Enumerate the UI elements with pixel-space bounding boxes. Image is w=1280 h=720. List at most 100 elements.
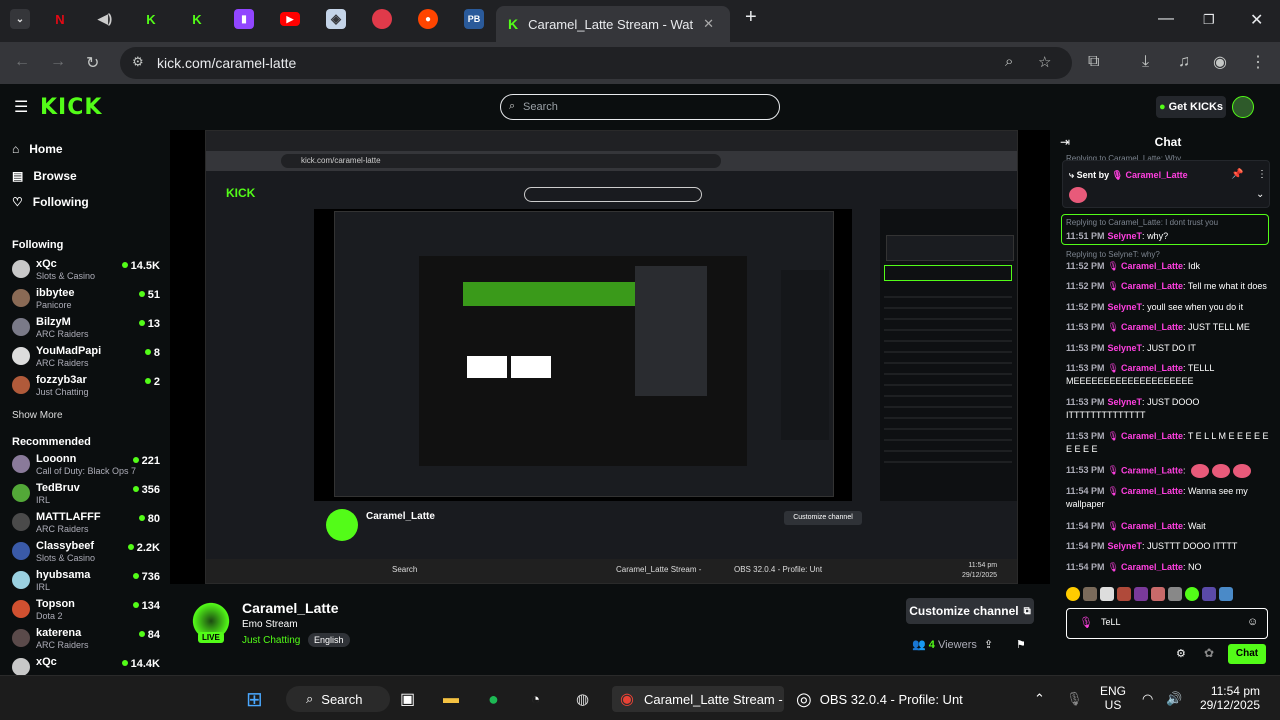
profile-icon[interactable]: ◉ — [1213, 52, 1227, 72]
language-indicator[interactable]: ENG US — [1100, 684, 1126, 712]
message-username[interactable]: Caramel_Latte — [1121, 281, 1183, 291]
show-more-link[interactable]: Show More — [12, 410, 63, 421]
spotify-icon[interactable]: ● — [488, 686, 499, 712]
sidebar-channel[interactable]: Looonn Call of Duty: Black Ops 7 221 — [12, 451, 160, 479]
settings-gear-icon[interactable]: ⚙ — [1176, 647, 1186, 660]
send-chat-button[interactable]: Chat — [1228, 644, 1266, 664]
menu-dots-icon[interactable]: ⋮ — [1250, 52, 1266, 72]
sidebar-channel[interactable]: TedBruv IRL 356 — [12, 480, 160, 508]
sidebar-channel[interactable]: Topson Dota 2 134 — [12, 596, 160, 624]
emote-icon[interactable] — [1168, 587, 1182, 601]
customize-channel-button[interactable]: Customize channel ⧉ — [906, 598, 1034, 624]
sidebar-channel[interactable]: fozzyb3ar Just Chatting 2 — [12, 372, 160, 400]
menu-dots-icon[interactable]: ⋮ — [1257, 169, 1267, 180]
hamburger-menu-icon[interactable]: ☰ — [14, 97, 28, 117]
sidebar-channel[interactable]: BilzyM ARC Raiders 13 — [12, 314, 160, 342]
sidebar-channel[interactable]: ibbytee Panicore 51 — [12, 285, 160, 313]
chevron-up-icon[interactable]: ⌃ — [1034, 686, 1045, 712]
streamer-name[interactable]: Caramel_Latte — [242, 600, 339, 616]
emote-icon[interactable] — [1066, 587, 1080, 601]
address-bar[interactable]: ⚙ kick.com/caramel-latte ⌕ ☆ — [120, 47, 1072, 79]
emote-icon[interactable] — [1185, 587, 1199, 601]
file-explorer-icon[interactable]: ▬ — [443, 686, 459, 712]
reload-icon[interactable]: ↻ — [86, 53, 99, 73]
emote-icon[interactable] — [1151, 587, 1165, 601]
share-icon[interactable]: ⇪ — [984, 638, 993, 651]
emote-icon[interactable] — [1202, 587, 1216, 601]
audio-icon[interactable]: ◀) — [95, 9, 115, 29]
report-icon[interactable]: ⚑ — [1016, 638, 1026, 651]
extensions-icon[interactable]: ⧉ — [1088, 53, 1099, 71]
zoom-icon[interactable]: ⌕ — [1005, 53, 1013, 70]
task-view-icon[interactable]: ▣ — [400, 686, 415, 712]
message-username[interactable]: Caramel_Latte — [1121, 322, 1183, 332]
downloads-icon[interactable]: ⤓ — [1142, 53, 1149, 71]
emote-icon[interactable] — [1219, 587, 1233, 601]
windows-start-icon[interactable]: ⊞ — [246, 686, 263, 712]
volume-icon[interactable]: 🔊 — [1166, 686, 1182, 712]
sidebar-channel[interactable]: xQc 14.4K — [12, 654, 160, 675]
sidebar-item-following[interactable]: ♡ Following — [12, 195, 89, 209]
message-username[interactable]: Caramel_Latte — [1121, 363, 1183, 373]
close-window-icon[interactable]: ✕ — [1250, 10, 1263, 30]
forward-icon[interactable]: → — [50, 53, 66, 71]
site-info-icon[interactable]: ⚙ — [132, 54, 144, 70]
quick-emote-icon[interactable]: ✿ — [1204, 646, 1214, 660]
sidebar-channel[interactable]: hyubsama IRL 736 — [12, 567, 160, 595]
tab-search-icon[interactable]: ⌄ — [10, 9, 30, 29]
message-username[interactable]: Caramel_Latte — [1121, 465, 1183, 475]
message-username[interactable]: SelyneT — [1108, 397, 1143, 407]
sidebar-channel[interactable]: YouMadPapi ARC Raiders 8 — [12, 343, 160, 371]
wifi-icon[interactable]: ◠ — [1142, 686, 1153, 712]
kick-icon[interactable]: K — [187, 9, 207, 29]
netflix-icon[interactable]: N — [50, 9, 70, 29]
emote-icon[interactable] — [1083, 587, 1097, 601]
emote-icon[interactable] — [1117, 587, 1131, 601]
close-icon[interactable]: ✕ — [703, 16, 714, 32]
restore-icon[interactable]: ❐ — [1203, 12, 1215, 28]
sidebar-item-browse[interactable]: ▤ Browse — [12, 169, 77, 183]
steam-icon[interactable]: ◍ — [576, 686, 589, 712]
message-username[interactable]: Caramel_Latte — [1121, 431, 1183, 441]
chevron-down-icon[interactable]: ⌄ — [1256, 189, 1264, 200]
kick-icon[interactable]: K — [141, 9, 161, 29]
taskbar-obs[interactable]: ◎ OBS 32.0.4 - Profile: Unt — [796, 686, 963, 712]
palette-icon[interactable] — [372, 9, 392, 29]
bookmark-star-icon[interactable]: ☆ — [1038, 53, 1051, 71]
media-icon[interactable]: ♫ — [1178, 53, 1190, 71]
message-username[interactable]: SelyneT — [1108, 302, 1143, 312]
message-username[interactable]: Caramel_Latte — [1121, 486, 1183, 496]
video-player[interactable]: kick.com/caramel-latte KICK Caramel_Latt… — [170, 130, 1050, 584]
language-tag[interactable]: English — [308, 633, 350, 647]
shield-icon[interactable]: ◈ — [326, 9, 346, 29]
stream-category[interactable]: Just Chatting — [242, 635, 300, 646]
minimize-icon[interactable]: — — [1158, 10, 1174, 28]
message-username[interactable]: SelyneT — [1108, 231, 1143, 241]
back-icon[interactable]: ← — [14, 53, 30, 71]
pinned-message[interactable]: ⤷ Sent by 🎙 Caramel_Latte 📌 ⋮ ⌄ — [1062, 160, 1270, 208]
taskbar-chrome[interactable]: ◉ Caramel_Latte Stream - — [612, 686, 784, 712]
message-username[interactable]: Caramel_Latte — [1121, 562, 1183, 572]
twitch-icon[interactable]: ▮ — [234, 9, 254, 29]
discord-icon[interactable]: ◔ — [531, 686, 540, 712]
youtube-icon[interactable]: ▶ — [280, 12, 300, 26]
avatar[interactable] — [1232, 96, 1254, 118]
taskbar-search[interactable]: ⌕ Search — [286, 686, 390, 712]
sidebar-item-home[interactable]: ⌂ Home — [12, 142, 63, 156]
microphone-icon[interactable]: 🎙 — [1066, 686, 1083, 712]
chat-input[interactable]: 🎙 TeLL ☺ — [1066, 608, 1268, 639]
pb-icon[interactable]: PB — [464, 9, 484, 29]
kick-logo[interactable]: KICK — [40, 95, 102, 120]
sidebar-channel[interactable]: MATTLAFFF ARC Raiders 80 — [12, 509, 160, 537]
message-username[interactable]: SelyneT — [1108, 541, 1143, 551]
sidebar-channel[interactable]: Classybeef Slots & Casino 2.2K — [12, 538, 160, 566]
emote-icon[interactable] — [1100, 587, 1114, 601]
message-username[interactable]: SelyneT — [1108, 343, 1143, 353]
message-username[interactable]: Caramel_Latte — [1121, 261, 1183, 271]
sidebar-channel[interactable]: xQc Slots & Casino 14.5K — [12, 256, 160, 284]
new-tab-icon[interactable]: + — [745, 6, 757, 29]
sidebar-channel[interactable]: katerena ARC Raiders 84 — [12, 625, 160, 653]
pin-icon[interactable]: 📌 — [1231, 169, 1243, 180]
message-username[interactable]: Caramel_Latte — [1121, 521, 1183, 531]
emote-icon[interactable] — [1134, 587, 1148, 601]
